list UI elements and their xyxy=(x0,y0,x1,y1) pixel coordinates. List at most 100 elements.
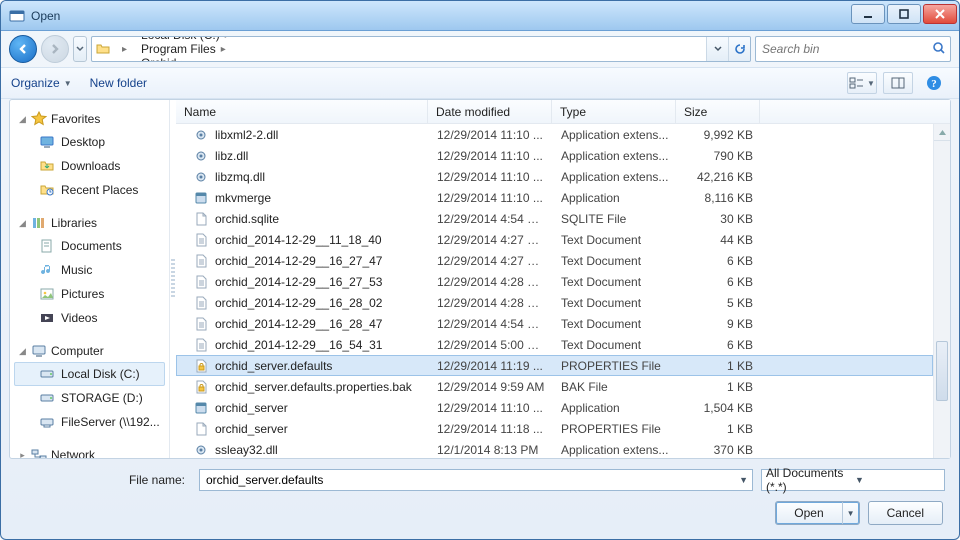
file-row[interactable]: libz.dll12/29/2014 11:10 ...Application … xyxy=(176,145,933,166)
nav-item[interactable]: Music xyxy=(14,258,165,282)
open-button[interactable]: Open▼ xyxy=(775,501,859,525)
forward-button[interactable] xyxy=(41,35,69,63)
file-icon xyxy=(193,232,209,248)
back-button[interactable] xyxy=(9,35,37,63)
address-dropdown-button[interactable] xyxy=(706,37,728,61)
close-button[interactable] xyxy=(923,4,957,24)
file-list-pane: Name Date modified Type Size libxml2-2.d… xyxy=(176,100,950,458)
nav-item-icon xyxy=(39,134,55,150)
nav-item-icon xyxy=(39,286,55,302)
nav-item[interactable]: Documents xyxy=(14,234,165,258)
file-icon xyxy=(193,190,209,206)
content-area: ◢ Favorites DesktopDownloadsRecent Place… xyxy=(9,99,951,459)
file-row[interactable]: libzmq.dll12/29/2014 11:10 ...Applicatio… xyxy=(176,166,933,187)
search-icon xyxy=(932,41,946,58)
nav-item-icon xyxy=(39,414,55,430)
nav-item-icon xyxy=(39,182,55,198)
nav-item[interactable]: Downloads xyxy=(14,154,165,178)
open-dialog-window: Open ▸ Computer▸Local Disk (C:)▸Program … xyxy=(0,0,960,540)
nav-item[interactable]: Recent Places xyxy=(14,178,165,202)
file-row[interactable]: orchid_2014-12-29__16_27_5312/29/2014 4:… xyxy=(176,271,933,292)
file-row[interactable]: orchid.sqlite12/29/2014 4:54 PMSQLITE Fi… xyxy=(176,208,933,229)
app-icon xyxy=(9,8,25,24)
network-icon xyxy=(31,447,47,458)
breadcrumb-separator[interactable]: ▸ xyxy=(114,37,135,61)
chevron-down-icon: ▼ xyxy=(855,475,940,485)
libraries-icon xyxy=(31,215,47,231)
file-icon xyxy=(193,442,209,458)
nav-item[interactable]: Pictures xyxy=(14,282,165,306)
file-row[interactable]: orchid_server12/29/2014 11:10 ...Applica… xyxy=(176,397,933,418)
column-date[interactable]: Date modified xyxy=(428,100,552,123)
preview-pane-button[interactable] xyxy=(883,72,913,94)
file-row[interactable]: libxml2-2.dll12/29/2014 11:10 ...Applica… xyxy=(176,124,933,145)
file-list[interactable]: libxml2-2.dll12/29/2014 11:10 ...Applica… xyxy=(176,124,933,458)
file-row[interactable]: orchid_2014-12-29__11_18_4012/29/2014 4:… xyxy=(176,229,933,250)
libraries-header[interactable]: ◢ Libraries xyxy=(14,212,165,234)
chevron-down-icon[interactable]: ▼ xyxy=(739,475,748,485)
column-headers: Name Date modified Type Size xyxy=(176,100,950,124)
file-icon xyxy=(193,169,209,185)
filename-input[interactable] xyxy=(204,472,739,488)
file-icon xyxy=(193,274,209,290)
open-split-dropdown[interactable]: ▼ xyxy=(843,509,859,518)
address-bar[interactable]: ▸ Computer▸Local Disk (C:)▸Program Files… xyxy=(91,36,751,62)
file-row[interactable]: orchid_2014-12-29__16_27_4712/29/2014 4:… xyxy=(176,250,933,271)
file-row[interactable]: ssleay32.dll12/1/2014 8:13 PMApplication… xyxy=(176,439,933,458)
navigation-pane[interactable]: ◢ Favorites DesktopDownloadsRecent Place… xyxy=(10,100,170,458)
file-icon xyxy=(193,127,209,143)
footer-area: File name: ▼ All Documents (*.*) ▼ Open▼… xyxy=(1,459,959,539)
column-size[interactable]: Size xyxy=(676,100,760,123)
network-header[interactable]: ▸ Network xyxy=(14,444,165,458)
organize-menu[interactable]: Organize▼ xyxy=(11,76,72,90)
window-title: Open xyxy=(31,9,60,23)
file-filter-combobox[interactable]: All Documents (*.*) ▼ xyxy=(761,469,945,491)
nav-item-icon xyxy=(39,158,55,174)
nav-item[interactable]: STORAGE (D:) xyxy=(14,386,165,410)
file-icon xyxy=(193,316,209,332)
new-folder-button[interactable]: New folder xyxy=(90,76,147,90)
column-type[interactable]: Type xyxy=(552,100,676,123)
file-icon xyxy=(193,337,209,353)
file-icon xyxy=(193,400,209,416)
computer-icon xyxy=(31,343,47,359)
breadcrumb-segment[interactable]: Program Files▸ xyxy=(135,42,238,56)
file-row[interactable]: orchid_server.defaults12/29/2014 11:19 .… xyxy=(176,355,933,376)
file-icon xyxy=(193,148,209,164)
help-button[interactable]: ? xyxy=(919,72,949,94)
file-icon xyxy=(193,253,209,269)
nav-item[interactable]: Desktop xyxy=(14,130,165,154)
file-icon xyxy=(193,421,209,437)
nav-item[interactable]: FileServer (\\192... xyxy=(14,410,165,434)
view-options-button[interactable]: ▼ xyxy=(847,72,877,94)
refresh-button[interactable] xyxy=(728,37,750,61)
file-row[interactable]: mkvmerge12/29/2014 11:10 ...Application8… xyxy=(176,187,933,208)
vertical-scrollbar[interactable] xyxy=(933,124,950,458)
search-input[interactable] xyxy=(760,41,928,57)
minimize-button[interactable] xyxy=(851,4,885,24)
column-name[interactable]: Name xyxy=(176,100,428,123)
nav-item[interactable]: Videos xyxy=(14,306,165,330)
favorites-header[interactable]: ◢ Favorites xyxy=(14,108,165,130)
nav-item-icon xyxy=(39,238,55,254)
cancel-button[interactable]: Cancel xyxy=(868,501,943,525)
navigation-bar: ▸ Computer▸Local Disk (C:)▸Program Files… xyxy=(1,31,959,67)
file-row[interactable]: orchid_2014-12-29__16_28_0212/29/2014 4:… xyxy=(176,292,933,313)
nav-item[interactable]: Local Disk (C:) xyxy=(14,362,165,386)
nav-item-icon xyxy=(39,390,55,406)
recent-locations-button[interactable] xyxy=(73,36,87,62)
maximize-button[interactable] xyxy=(887,4,921,24)
star-icon xyxy=(31,111,47,127)
file-icon xyxy=(193,211,209,227)
command-bar: Organize▼ New folder ▼ ? xyxy=(1,67,959,99)
file-row[interactable]: orchid_2014-12-29__16_54_3112/29/2014 5:… xyxy=(176,334,933,355)
file-icon xyxy=(193,379,209,395)
search-box[interactable] xyxy=(755,36,951,62)
file-row[interactable]: orchid_2014-12-29__16_28_4712/29/2014 4:… xyxy=(176,313,933,334)
breadcrumb-segment[interactable]: Orchid▸ xyxy=(135,56,238,62)
file-row[interactable]: orchid_server12/29/2014 11:18 ...PROPERT… xyxy=(176,418,933,439)
file-row[interactable]: orchid_server.defaults.properties.bak12/… xyxy=(176,376,933,397)
filename-combobox[interactable]: ▼ xyxy=(199,469,753,491)
nav-item-icon xyxy=(39,366,55,382)
computer-header[interactable]: ◢ Computer xyxy=(14,340,165,362)
